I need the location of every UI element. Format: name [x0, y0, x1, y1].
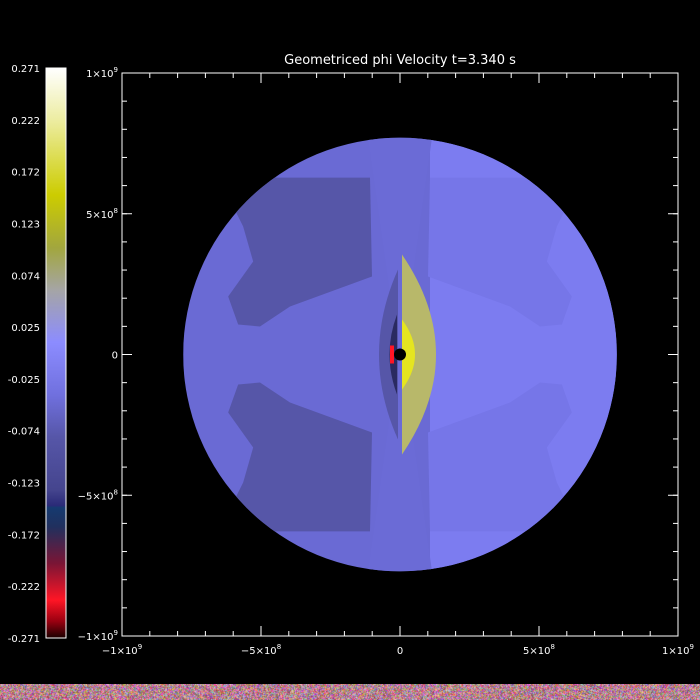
field-right-spur	[521, 348, 567, 361]
figure: 0.271 0.222 0.172 0.123 0.074 0.025 -0.025 -0.0…	[8, 53, 694, 657]
tick-label: 0	[112, 351, 118, 362]
tick-label: −1×109	[78, 629, 118, 643]
colorbar: 0.271 0.222 0.172 0.123 0.074 0.025 -0.025 -0.0…	[8, 64, 67, 645]
tick-label: −5×108	[78, 488, 118, 502]
colorbar-scale	[45, 67, 67, 639]
colorbar-tick-label: -0.271	[8, 634, 40, 645]
noise-strip	[0, 684, 700, 700]
chart-title: Geometriced phi Velocity t=3.340 s	[284, 53, 516, 68]
colorbar-tick-label: 0.271	[11, 64, 40, 75]
colorbar-tick-label: -0.222	[8, 582, 40, 593]
colorbar-tick-label: -0.074	[8, 427, 40, 438]
colorbar-tick-labels: 0.271 0.222 0.172 0.123 0.074 0.025 -0.025 -0.0…	[8, 64, 40, 645]
colorbar-tick-label: -0.025	[8, 375, 40, 386]
field-left-spur	[231, 348, 277, 361]
tick-label: 0	[397, 646, 403, 657]
colorbar-tick-label: 0.222	[11, 116, 40, 127]
jet-min	[390, 345, 394, 364]
colorbar-tick-label: 0.123	[11, 219, 40, 230]
colorbar-tick-label: -0.172	[8, 530, 40, 541]
tick-label: 5×108	[523, 643, 555, 657]
tick-label: −5×108	[241, 643, 281, 657]
tick-label: 1×109	[662, 643, 694, 657]
colorbar-tick-label: -0.123	[8, 479, 40, 490]
tick-label: −1×109	[102, 643, 142, 657]
colorbar-tick-label: 0.172	[11, 168, 40, 179]
central-object	[394, 348, 406, 361]
colorbar-tick-label: 0.025	[11, 323, 40, 334]
tick-label: 5×108	[86, 207, 118, 221]
tick-label: 1×109	[86, 66, 118, 80]
colorbar-tick-label: 0.074	[11, 271, 40, 282]
plot-area	[183, 137, 617, 572]
